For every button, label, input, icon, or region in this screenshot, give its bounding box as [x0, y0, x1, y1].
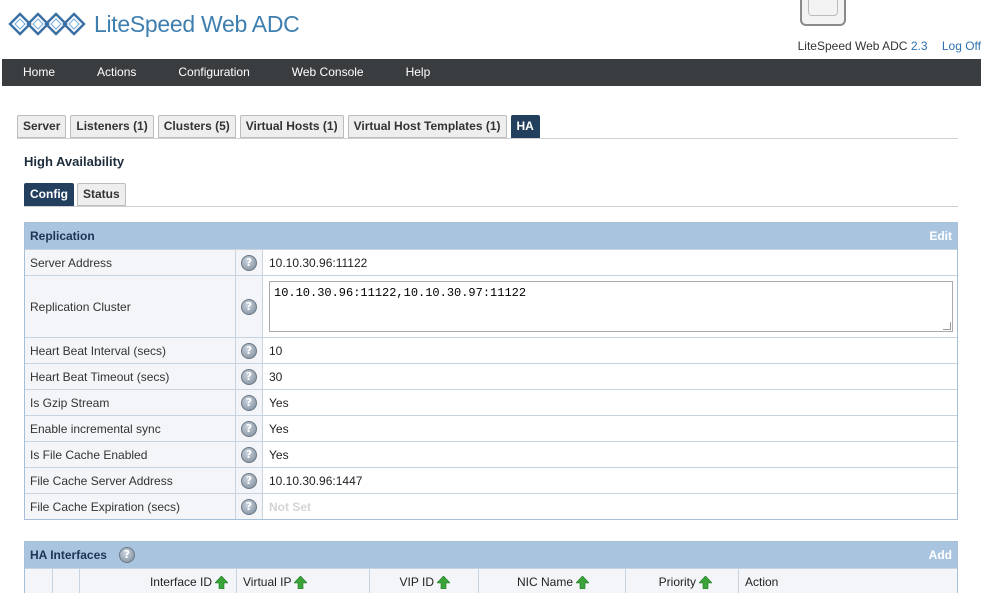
table-row: Server Address ? 10.10.30.96:11122 [25, 249, 957, 275]
nav-web-console[interactable]: Web Console [271, 59, 385, 86]
row-label: Heart Beat Timeout (secs) [25, 364, 236, 389]
help-icon[interactable]: ? [241, 394, 257, 411]
help-icon[interactable]: ? [241, 472, 257, 489]
help-icon[interactable]: ? [241, 498, 257, 515]
tab-virtual-host-templates[interactable]: Virtual Host Templates (1) [347, 115, 507, 138]
column-action: Action [745, 575, 779, 589]
ha-interfaces-header: HA Interfaces ? Add [25, 542, 957, 568]
help-icon[interactable]: ? [241, 368, 257, 385]
table-row: Is Gzip Stream ? Yes [25, 389, 957, 415]
product-info: LiteSpeed Web ADC 2.3 Log Off [798, 39, 981, 53]
row-value: Yes [269, 421, 289, 436]
row-value: Yes [269, 447, 289, 462]
row-value: 10 [269, 343, 283, 358]
replication-cluster-textarea[interactable]: 10.10.30.96:11122,10.10.30.97:11122 [269, 281, 953, 332]
dropdown-handle-icon[interactable] [800, 0, 846, 26]
table-row: File Cache Server Address ? 10.10.30.96:… [25, 467, 957, 493]
subtab-config[interactable]: Config [24, 183, 74, 206]
main-nav: Home Actions Configuration Web Console H… [2, 59, 981, 86]
row-label: Heart Beat Interval (secs) [25, 338, 236, 363]
brand-logo[interactable]: LiteSpeed Web ADC [8, 10, 300, 38]
table-row: Heart Beat Interval (secs) ? 10 [25, 337, 957, 363]
tabs-divider [17, 138, 958, 139]
column-priority[interactable]: Priority [626, 569, 739, 593]
textarea-value: 10.10.30.96:11122,10.10.30.97:11122 [274, 286, 527, 300]
column-nic-name[interactable]: NIC Name [479, 569, 626, 593]
ha-interfaces-column-header: Interface ID Virtual IP VIP ID NIC Name … [25, 568, 957, 593]
row-label: Replication Cluster [25, 276, 236, 337]
table-row: Replication Cluster ? 10.10.30.96:11122,… [25, 275, 957, 337]
table-row: File Cache Expiration (secs) ? Not Set [25, 493, 957, 519]
help-icon[interactable]: ? [241, 298, 257, 315]
resize-grip-icon[interactable] [943, 322, 951, 330]
row-label: Is File Cache Enabled [25, 442, 236, 467]
tab-ha[interactable]: HA [510, 115, 540, 138]
row-value: 30 [269, 369, 283, 384]
row-label: Is Gzip Stream [25, 390, 236, 415]
sort-up-arrow-icon[interactable] [437, 575, 450, 589]
tab-clusters[interactable]: Clusters (5) [157, 115, 236, 138]
row-value: 10.10.30.96:1447 [269, 473, 363, 488]
brand-name: LiteSpeed Web ADC [94, 10, 300, 37]
help-icon[interactable]: ? [241, 342, 257, 359]
row-label: File Cache Expiration (secs) [25, 494, 236, 519]
subtabs-divider [24, 206, 958, 207]
tab-server[interactable]: Server [17, 115, 67, 138]
column-blank [25, 569, 53, 593]
column-blank [53, 569, 80, 593]
config-tabs: Server Listeners (1) Clusters (5) Virtua… [17, 115, 540, 138]
row-value: 10.10.30.96:11122 [269, 255, 368, 270]
nav-home[interactable]: Home [2, 59, 76, 86]
table-row: Enable incremental sync ? Yes [25, 415, 957, 441]
ha-interfaces-title: HA Interfaces [30, 548, 107, 562]
product-version: 2.3 [910, 39, 928, 53]
logoff-link[interactable]: Log Off [942, 39, 981, 53]
help-icon[interactable]: ? [241, 420, 257, 437]
nav-configuration[interactable]: Configuration [157, 59, 270, 86]
table-row: Is File Cache Enabled ? Yes [25, 441, 957, 467]
column-virtual-ip[interactable]: Virtual IP [237, 569, 370, 593]
page-title: High Availability [24, 154, 125, 169]
litespeed-logo-icon [8, 12, 86, 36]
row-label: File Cache Server Address [25, 468, 236, 493]
add-interface-button[interactable]: Add [929, 548, 952, 562]
column-interface-id[interactable]: Interface ID [80, 569, 237, 593]
sort-up-arrow-icon[interactable] [576, 575, 589, 589]
tab-virtual-hosts[interactable]: Virtual Hosts (1) [239, 115, 344, 138]
row-value: Yes [269, 395, 289, 410]
row-label: Enable incremental sync [25, 416, 236, 441]
sort-up-arrow-icon[interactable] [294, 575, 308, 589]
replication-table: Replication Edit Server Address ? 10.10.… [24, 222, 958, 520]
edit-replication-button[interactable]: Edit [929, 229, 952, 243]
row-label: Server Address [25, 250, 236, 275]
app-header: LiteSpeed Web ADC LiteSpeed Web ADC 2.3 … [0, 0, 985, 59]
help-icon[interactable]: ? [118, 547, 135, 563]
subtab-status[interactable]: Status [77, 183, 126, 206]
ha-subtabs: Config Status [24, 183, 126, 206]
column-vip-id[interactable]: VIP ID [370, 569, 479, 593]
ha-interfaces-table: HA Interfaces ? Add Interface ID Virtual… [24, 541, 958, 593]
nav-actions[interactable]: Actions [76, 59, 157, 86]
tab-listeners[interactable]: Listeners (1) [70, 115, 154, 138]
replication-header: Replication Edit [25, 223, 957, 249]
help-icon[interactable]: ? [241, 446, 257, 463]
nav-help[interactable]: Help [385, 59, 452, 86]
help-icon[interactable]: ? [241, 254, 257, 271]
sort-up-arrow-icon[interactable] [699, 575, 712, 589]
table-row: Heart Beat Timeout (secs) ? 30 [25, 363, 957, 389]
product-name: LiteSpeed Web ADC [797, 39, 908, 53]
row-value-not-set: Not Set [269, 499, 311, 514]
sort-up-arrow-icon[interactable] [215, 575, 228, 589]
replication-title: Replication [30, 229, 95, 243]
